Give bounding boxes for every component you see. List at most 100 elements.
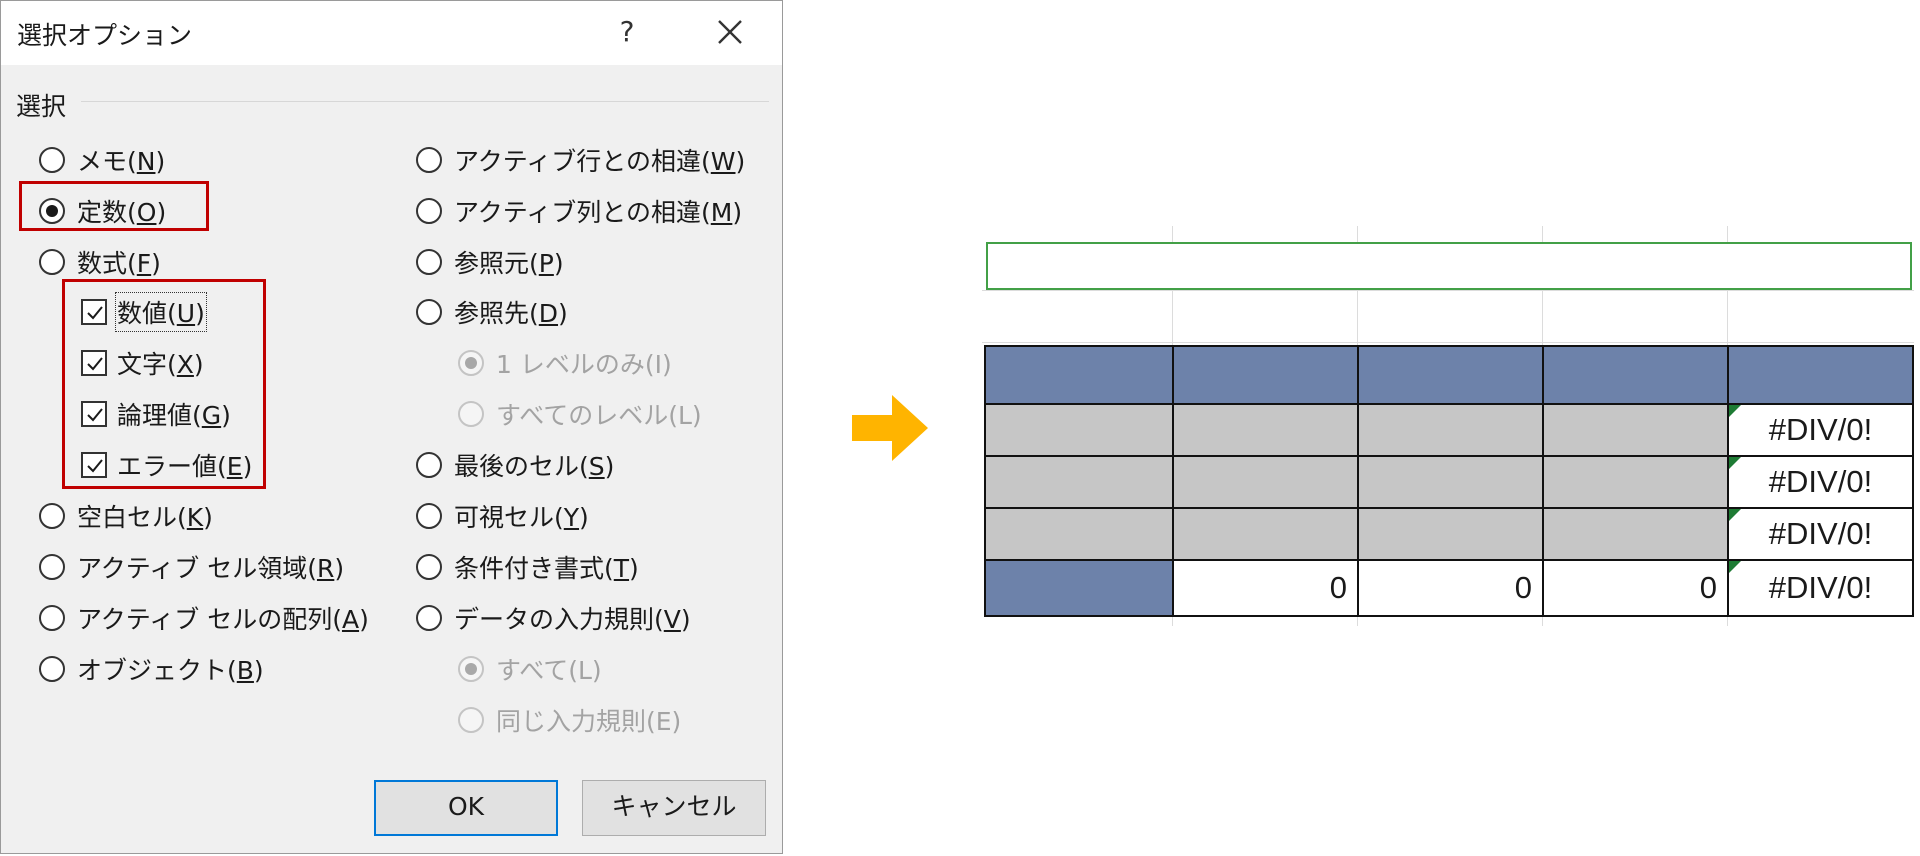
radio-indicator[interactable] bbox=[39, 249, 65, 275]
option-formulas[interactable]: 数式(F) bbox=[39, 244, 161, 280]
option-all-levels: すべてのレベル(L) bbox=[458, 396, 702, 432]
option-validation-same: 同じ入力規則(E) bbox=[458, 702, 681, 738]
data-cell[interactable] bbox=[1174, 405, 1357, 455]
header-cell[interactable] bbox=[986, 347, 1172, 403]
radio-indicator-selected bbox=[458, 656, 484, 682]
option-label: 同じ入力規則(E) bbox=[496, 707, 682, 736]
error-value: #DIV/0! bbox=[1768, 570, 1873, 605]
option-column-differences[interactable]: アクティブ列との相違(M) bbox=[416, 193, 742, 229]
radio-indicator bbox=[458, 401, 484, 427]
gridline bbox=[982, 342, 1914, 343]
help-button[interactable]: ? bbox=[606, 11, 648, 53]
option-label: アクティブ行との相違(W) bbox=[454, 147, 746, 176]
error-value: #DIV/0! bbox=[1768, 412, 1873, 447]
radio-indicator[interactable] bbox=[416, 452, 442, 478]
error-cell[interactable]: #DIV/0! bbox=[1729, 405, 1912, 455]
radio-indicator[interactable] bbox=[39, 656, 65, 682]
radio-indicator-selected bbox=[458, 350, 484, 376]
option-label: アクティブ セル領域(R) bbox=[77, 554, 345, 583]
error-value: #DIV/0! bbox=[1768, 464, 1873, 499]
option-label: メモ(N) bbox=[77, 147, 166, 176]
error-value: #DIV/0! bbox=[1768, 516, 1873, 551]
right-arrow-icon bbox=[852, 395, 928, 461]
row-label-cell[interactable] bbox=[986, 509, 1172, 559]
radio-indicator[interactable] bbox=[416, 503, 442, 529]
option-label: オブジェクト(B) bbox=[77, 656, 264, 685]
header-cell[interactable] bbox=[1174, 347, 1357, 403]
error-cell[interactable]: #DIV/0! bbox=[1729, 457, 1912, 507]
option-objects[interactable]: オブジェクト(B) bbox=[39, 651, 264, 687]
option-label: 条件付き書式(T) bbox=[454, 554, 639, 583]
option-label: 数式(F) bbox=[77, 249, 161, 278]
cancel-button[interactable]: キャンセル bbox=[582, 780, 766, 836]
option-validation-all: すべて(L) bbox=[458, 651, 602, 687]
header-cell[interactable] bbox=[1544, 347, 1727, 403]
data-cell[interactable] bbox=[1544, 457, 1727, 507]
total-cell[interactable]: 0 bbox=[1174, 561, 1357, 615]
total-label-cell[interactable] bbox=[986, 561, 1172, 615]
error-indicator-icon bbox=[1729, 509, 1741, 521]
row-label-cell[interactable] bbox=[986, 457, 1172, 507]
option-conditional-formats[interactable]: 条件付き書式(T) bbox=[416, 549, 639, 585]
option-data-validation[interactable]: データの入力規則(V) bbox=[416, 600, 691, 636]
data-cell[interactable] bbox=[1359, 457, 1542, 507]
option-label: 可視セル(Y) bbox=[454, 503, 589, 532]
error-indicator-icon bbox=[1729, 457, 1741, 469]
option-current-array[interactable]: アクティブ セルの配列(A) bbox=[39, 600, 369, 636]
option-label: アクティブ セルの配列(A) bbox=[77, 605, 369, 634]
error-cell[interactable]: #DIV/0! bbox=[1729, 509, 1912, 559]
option-precedents[interactable]: 参照元(P) bbox=[416, 244, 564, 280]
option-direct-only: 1 レベルのみ(I) bbox=[458, 345, 672, 381]
option-label: すべてのレベル(L) bbox=[496, 401, 702, 430]
radio-indicator[interactable] bbox=[416, 198, 442, 224]
header-cell[interactable] bbox=[1729, 347, 1912, 403]
data-cell[interactable] bbox=[1359, 405, 1542, 455]
title-cell[interactable] bbox=[986, 242, 1912, 290]
error-cell[interactable]: #DIV/0! bbox=[1729, 561, 1912, 615]
radio-indicator[interactable] bbox=[39, 605, 65, 631]
total-cell[interactable]: 0 bbox=[1359, 561, 1542, 615]
error-indicator-icon bbox=[1729, 405, 1741, 417]
highlight-box-constants bbox=[19, 181, 209, 231]
option-memo[interactable]: メモ(N) bbox=[39, 142, 165, 178]
radio-indicator[interactable] bbox=[416, 249, 442, 275]
group-label: 選択 bbox=[16, 92, 67, 121]
data-cell[interactable] bbox=[1174, 457, 1357, 507]
radio-indicator[interactable] bbox=[416, 605, 442, 631]
radio-indicator[interactable] bbox=[416, 147, 442, 173]
option-row-differences[interactable]: アクティブ行との相違(W) bbox=[416, 142, 745, 178]
option-dependents[interactable]: 参照先(D) bbox=[416, 294, 568, 330]
select-options-dialog: 選択オプション ? 選択 メモ(N) 定数(O) 数式(F) 数値(U) 文字(… bbox=[0, 0, 783, 854]
radio-indicator[interactable] bbox=[416, 299, 442, 325]
group-divider bbox=[81, 101, 769, 102]
ok-button[interactable]: OK bbox=[374, 780, 558, 836]
dialog-titlebar: 選択オプション ? bbox=[1, 1, 782, 65]
option-label: すべて(L) bbox=[496, 656, 602, 685]
option-current-region[interactable]: アクティブ セル領域(R) bbox=[39, 549, 344, 585]
close-button[interactable] bbox=[709, 11, 751, 53]
data-table: #DIV/0! #DIV/0! #DIV/0! 0 0 0 #DIV/0! bbox=[984, 345, 1914, 617]
radio-indicator[interactable] bbox=[416, 554, 442, 580]
gridline bbox=[982, 290, 1914, 291]
option-label: 参照元(P) bbox=[454, 249, 564, 278]
data-cell[interactable] bbox=[1544, 509, 1727, 559]
data-cell[interactable] bbox=[1359, 509, 1542, 559]
total-cell[interactable]: 0 bbox=[1544, 561, 1727, 615]
option-last-cell[interactable]: 最後のセル(S) bbox=[416, 447, 614, 483]
radio-indicator bbox=[458, 707, 484, 733]
close-icon bbox=[718, 20, 742, 44]
data-cell[interactable] bbox=[1174, 509, 1357, 559]
data-cell[interactable] bbox=[1544, 405, 1727, 455]
option-blanks[interactable]: 空白セル(K) bbox=[39, 498, 213, 534]
radio-indicator[interactable] bbox=[39, 554, 65, 580]
option-label: データの入力規則(V) bbox=[454, 605, 691, 634]
error-indicator-icon bbox=[1729, 561, 1741, 573]
option-label: 参照先(D) bbox=[454, 299, 568, 328]
radio-indicator[interactable] bbox=[39, 147, 65, 173]
dialog-title: 選択オプション bbox=[17, 21, 193, 50]
option-visible-cells[interactable]: 可視セル(Y) bbox=[416, 498, 589, 534]
radio-indicator[interactable] bbox=[39, 503, 65, 529]
header-cell[interactable] bbox=[1359, 347, 1542, 403]
row-label-cell[interactable] bbox=[986, 405, 1172, 455]
option-label: アクティブ列との相違(M) bbox=[454, 198, 743, 227]
